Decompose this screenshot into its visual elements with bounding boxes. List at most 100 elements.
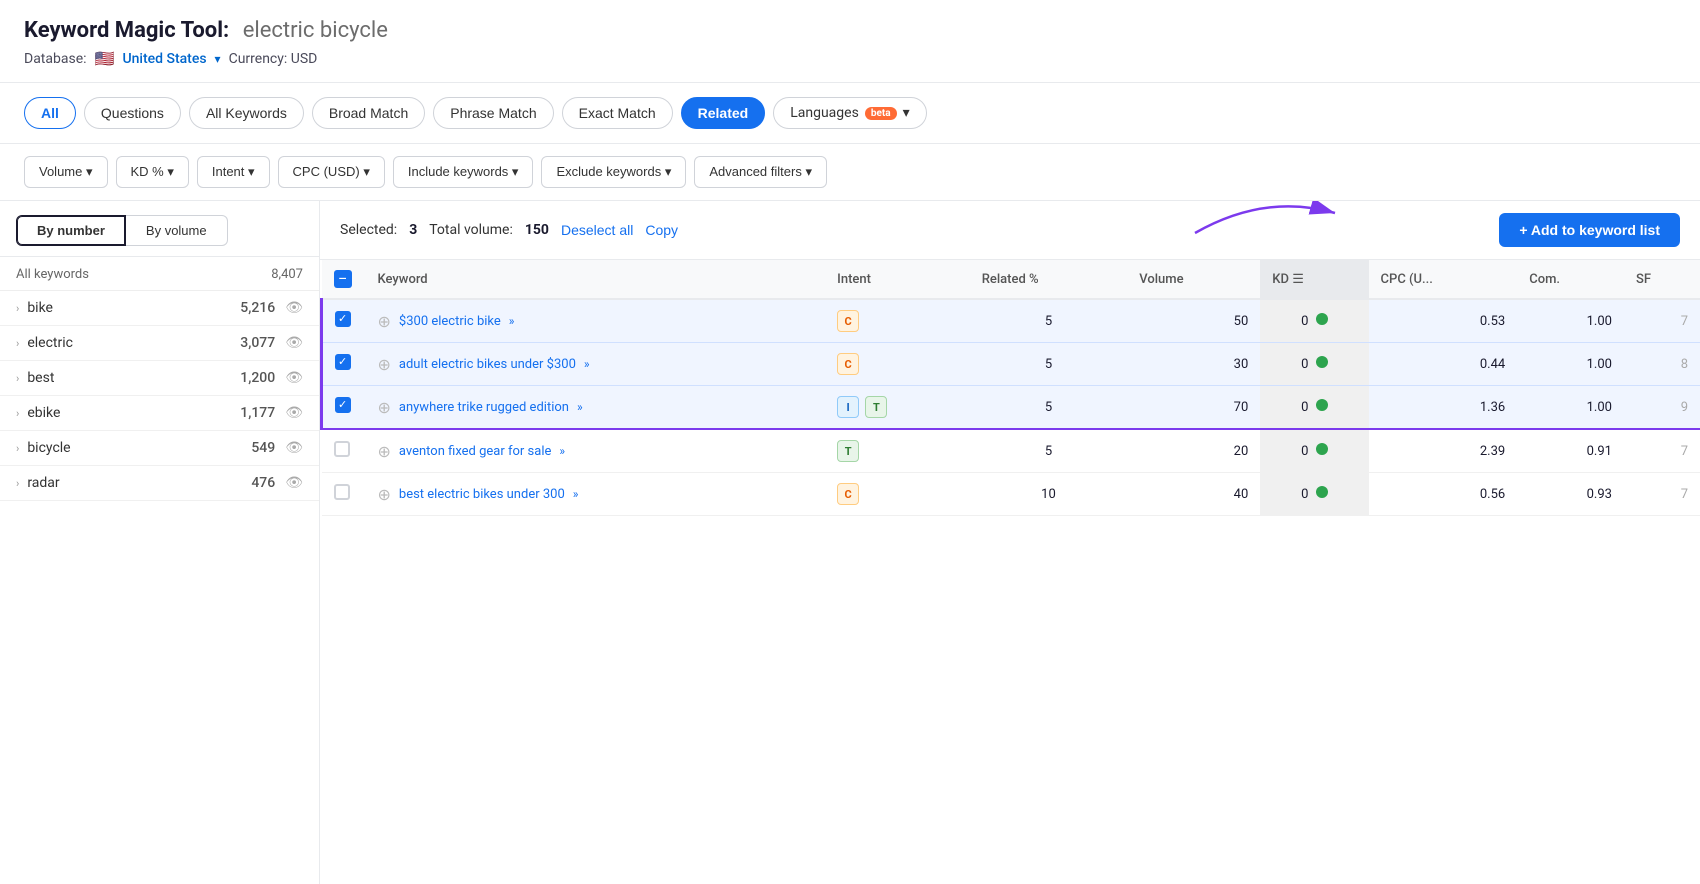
copy-button[interactable]: Copy	[645, 222, 678, 238]
list-item[interactable]: › electric 3,077 👁	[0, 326, 319, 361]
volume-filter[interactable]: Volume ▾	[24, 156, 108, 188]
sidebar-keyword-list: › bike 5,216 👁 › electric 3,077 👁 › best…	[0, 291, 319, 501]
intent-badge: T	[837, 440, 859, 462]
col-cpc[interactable]: CPC (U...	[1369, 260, 1518, 299]
keyword-link[interactable]: best electric bikes under 300	[399, 487, 565, 502]
keyword-arrows-icon[interactable]: »	[559, 444, 565, 458]
add-keyword-icon[interactable]: ⊕	[378, 312, 391, 331]
add-keyword-icon[interactable]: ⊕	[378, 485, 391, 504]
kd-dot	[1316, 486, 1328, 498]
col-com[interactable]: Com.	[1517, 260, 1624, 299]
chevron-down-icon: ▾	[903, 105, 910, 121]
kd-dot	[1316, 443, 1328, 455]
col-volume[interactable]: Volume	[1127, 260, 1260, 299]
tab-all-keywords[interactable]: All Keywords	[189, 97, 304, 129]
add-keyword-icon[interactable]: ⊕	[378, 355, 391, 374]
beta-badge: beta	[865, 107, 897, 120]
chevron-right-icon: ›	[16, 302, 19, 315]
header-meta: Database: 🇺🇸 United States ▾ Currency: U…	[24, 49, 1676, 68]
intent-badge-i: I	[837, 396, 859, 418]
chevron-right-icon: ›	[16, 442, 19, 455]
tab-phrase-match[interactable]: Phrase Match	[433, 97, 553, 129]
kd-dot	[1316, 399, 1328, 411]
add-keyword-icon[interactable]: ⊕	[378, 442, 391, 461]
eye-icon[interactable]: 👁	[285, 300, 303, 316]
col-intent[interactable]: Intent	[825, 260, 970, 299]
table-row: ⊕ $300 electric bike » C 5 50 0	[322, 299, 1700, 343]
chevron-right-icon: ›	[16, 372, 19, 385]
add-to-keyword-list-button[interactable]: + Add to keyword list	[1499, 213, 1680, 247]
flag-icon: 🇺🇸	[95, 49, 115, 68]
sidebar-all-keywords-count: 8,407	[271, 267, 303, 282]
total-volume-label: Total volume:	[429, 222, 513, 238]
kd-dot	[1316, 313, 1328, 325]
row-checkbox[interactable]	[335, 354, 351, 370]
list-item[interactable]: › bike 5,216 👁	[0, 291, 319, 326]
list-item[interactable]: › bicycle 549 👁	[0, 431, 319, 466]
eye-icon[interactable]: 👁	[285, 405, 303, 421]
col-sf[interactable]: SF	[1624, 260, 1700, 299]
list-item[interactable]: › ebike 1,177 👁	[0, 396, 319, 431]
add-to-list-arrow	[1185, 201, 1345, 238]
selected-label: Selected:	[340, 222, 397, 238]
row-checkbox[interactable]	[335, 397, 351, 413]
intent-badge: C	[837, 310, 859, 332]
advanced-filters[interactable]: Advanced filters ▾	[694, 156, 827, 188]
list-item[interactable]: › best 1,200 👁	[0, 361, 319, 396]
tab-all[interactable]: All	[24, 97, 76, 129]
add-keyword-icon[interactable]: ⊕	[378, 398, 391, 417]
keyword-sidebar: By number By volume All keywords 8,407 ›…	[0, 201, 320, 884]
eye-icon[interactable]: 👁	[285, 475, 303, 491]
country-selector[interactable]: United States	[122, 51, 206, 67]
tab-related[interactable]: Related	[681, 97, 766, 129]
col-kd[interactable]: KD ☰	[1260, 260, 1368, 299]
filter-bar: Volume ▾ KD % ▾ Intent ▾ CPC (USD) ▾ Inc…	[0, 144, 1700, 201]
cpc-filter[interactable]: CPC (USD) ▾	[278, 156, 385, 188]
intent-badge-t: T	[865, 396, 887, 418]
tab-questions[interactable]: Questions	[84, 97, 181, 129]
selected-count: 3	[409, 222, 417, 238]
sort-by-number-button[interactable]: By number	[16, 215, 126, 246]
eye-icon[interactable]: 👁	[285, 335, 303, 351]
table-row: ⊕ best electric bikes under 300 » C 10 4…	[322, 473, 1700, 516]
tab-broad-match[interactable]: Broad Match	[312, 97, 425, 129]
row-checkbox[interactable]	[335, 311, 351, 327]
col-related-pct[interactable]: Related %	[970, 260, 1128, 299]
keyword-link[interactable]: aventon fixed gear for sale	[399, 444, 551, 459]
intent-badge: C	[837, 353, 859, 375]
languages-dropdown[interactable]: Languages beta ▾	[773, 97, 926, 129]
chevron-right-icon: ›	[16, 407, 19, 420]
exclude-keywords-filter[interactable]: Exclude keywords ▾	[541, 156, 686, 188]
include-keywords-filter[interactable]: Include keywords ▾	[393, 156, 534, 188]
row-checkbox[interactable]	[334, 484, 350, 500]
list-item[interactable]: › radar 476 👁	[0, 466, 319, 501]
keyword-arrows-icon[interactable]: »	[584, 357, 590, 371]
chevron-right-icon: ›	[16, 337, 19, 350]
tab-exact-match[interactable]: Exact Match	[562, 97, 673, 129]
total-volume-value: 150	[525, 222, 549, 238]
tab-bar: All Questions All Keywords Broad Match P…	[0, 83, 1700, 144]
keyword-link[interactable]: $300 electric bike	[399, 314, 501, 329]
select-all-checkbox[interactable]	[334, 270, 352, 288]
keyword-link[interactable]: anywhere trike rugged edition	[399, 400, 569, 415]
keyword-arrows-icon[interactable]: »	[573, 487, 579, 501]
keyword-arrows-icon[interactable]: »	[509, 314, 515, 328]
keyword-table-area: Selected: 3 Total volume: 150 Deselect a…	[320, 201, 1700, 884]
col-keyword[interactable]: Keyword	[366, 260, 826, 299]
keyword-table: Keyword Intent Related % Volume KD ☰ CPC…	[320, 260, 1700, 516]
selection-bar: Selected: 3 Total volume: 150 Deselect a…	[320, 201, 1700, 260]
sort-by-volume-button[interactable]: By volume	[126, 215, 228, 246]
kd-filter[interactable]: KD % ▾	[116, 156, 189, 188]
deselect-all-button[interactable]: Deselect all	[561, 222, 633, 238]
eye-icon[interactable]: 👁	[285, 440, 303, 456]
eye-icon[interactable]: 👁	[285, 370, 303, 386]
intent-filter[interactable]: Intent ▾	[197, 156, 270, 188]
kd-dot	[1316, 356, 1328, 368]
table-row: ⊕ aventon fixed gear for sale » T 5 20 0	[322, 429, 1700, 473]
col-checkbox[interactable]	[322, 260, 366, 299]
chevron-down-icon[interactable]: ▾	[215, 52, 221, 66]
keyword-link[interactable]: adult electric bikes under $300	[399, 357, 576, 372]
page-title: Keyword Magic Tool: electric bicycle	[24, 18, 1676, 43]
keyword-arrows-icon[interactable]: »	[577, 400, 583, 414]
row-checkbox[interactable]	[334, 441, 350, 457]
